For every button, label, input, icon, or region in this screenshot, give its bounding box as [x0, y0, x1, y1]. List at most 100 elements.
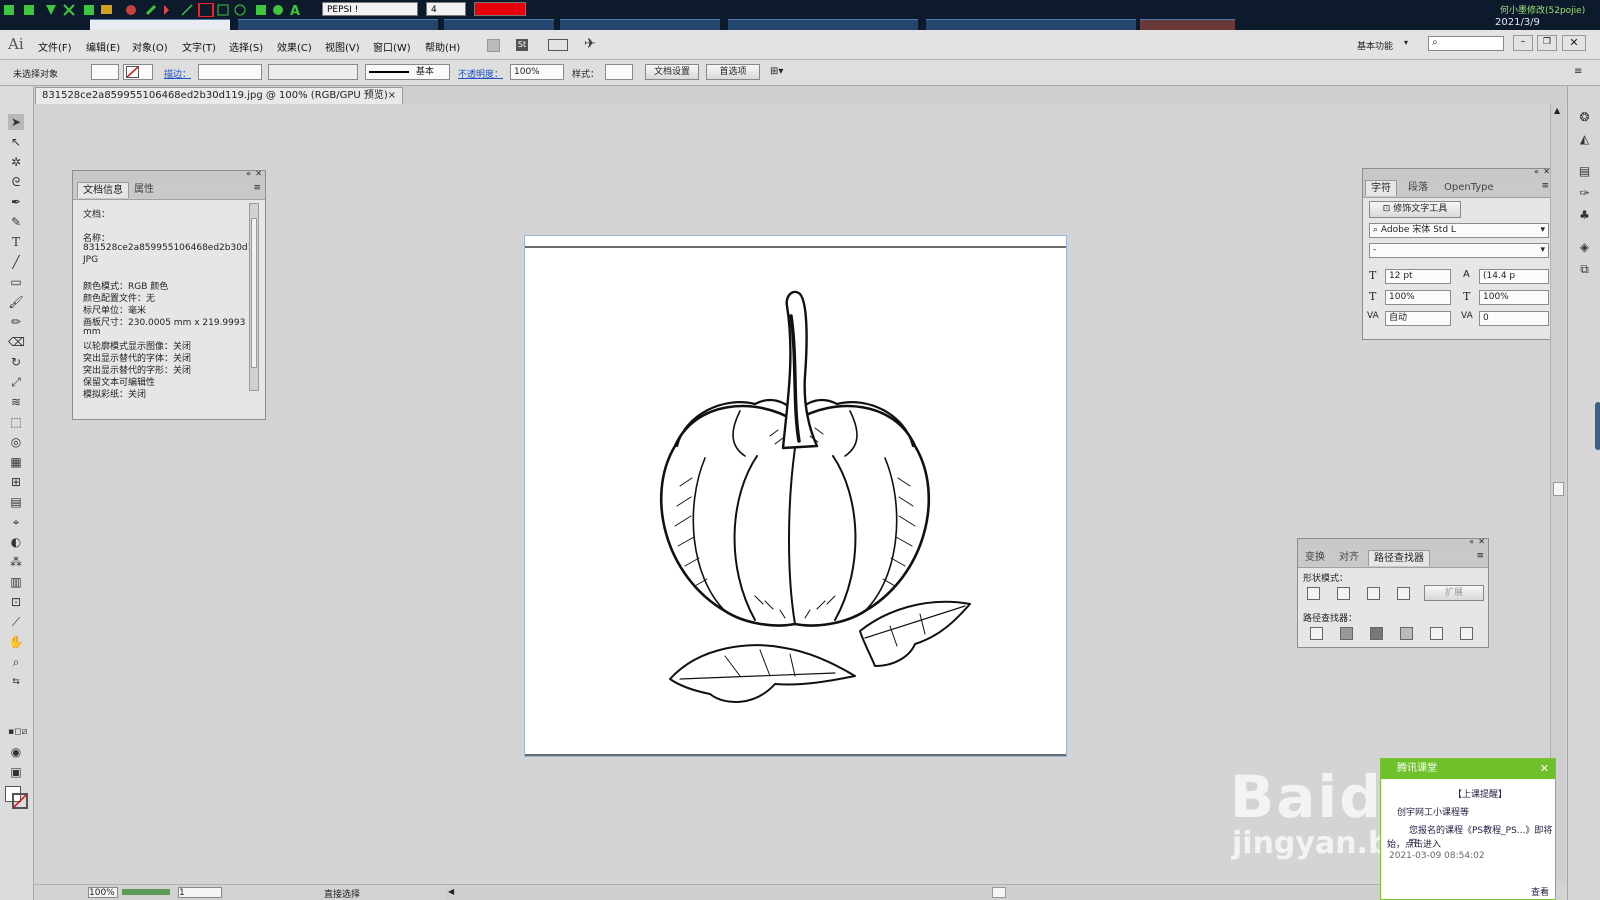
swap-colors-icon[interactable]: ⇆ [8, 674, 24, 690]
menu-object[interactable]: 对象(O) [132, 39, 168, 54]
eraser-tool-icon[interactable]: ⌫ [8, 334, 25, 350]
menu-edit[interactable]: 编辑(E) [86, 39, 120, 54]
variable-width-dropdown[interactable] [268, 64, 358, 80]
zoom-tool-icon[interactable]: ⌕ [8, 654, 24, 670]
arrange-documents-icon[interactable] [548, 39, 568, 51]
blend-tool-icon[interactable]: ◐ [8, 534, 24, 550]
minimize-button[interactable]: – [1513, 35, 1533, 51]
collapse-icon[interactable]: « [246, 169, 251, 178]
document-tab[interactable]: 831528ce2a859955106468ed2b30d119.jpg @ 1… [35, 87, 403, 104]
preferences-button[interactable]: 首选项 [706, 64, 760, 80]
horizontal-scroll-thumb[interactable] [992, 887, 1006, 898]
zoom-level[interactable]: 100% [88, 887, 118, 898]
font-size-input[interactable]: 12 pt [1385, 269, 1451, 284]
horizontal-scale-input[interactable]: 100% [1479, 290, 1549, 305]
notification-popup[interactable]: 腾讯课堂 ✕ 【上课提醒】 创宇网工小课程等 您报名的课程《PS教程_PS...… [1380, 758, 1556, 900]
swatches-icon[interactable]: ▤ [1577, 164, 1592, 179]
hand-tool-icon[interactable]: ✋ [8, 634, 24, 650]
merge-icon[interactable] [1370, 627, 1383, 640]
tab-attributes[interactable]: 属性 [129, 182, 159, 198]
collapse-icon[interactable]: « [1469, 537, 1474, 546]
menu-help[interactable]: 帮助(H) [425, 39, 460, 54]
color-guide-icon[interactable]: ❂ [1577, 110, 1592, 125]
font-combo[interactable]: PEPSI ! [322, 2, 418, 16]
column-graph-tool-icon[interactable]: ▥ [8, 574, 24, 590]
type-tool-icon[interactable]: T [8, 234, 24, 250]
panel-menu-icon[interactable]: ≡ [1541, 181, 1549, 191]
menu-effect[interactable]: 效果(C) [277, 39, 312, 54]
minus-front-icon[interactable] [1337, 587, 1350, 600]
close-window-button[interactable]: ✕ [1562, 35, 1586, 51]
document-setup-button[interactable]: 文档设置 [645, 64, 699, 80]
info-scroll-thumb[interactable] [251, 218, 257, 368]
free-transform-tool-icon[interactable]: ⬚ [8, 414, 24, 430]
divide-icon[interactable] [1310, 627, 1323, 640]
shape-builder-tool-icon[interactable]: ◎ [8, 434, 24, 450]
pumpkin-illustration[interactable] [525, 236, 1066, 756]
brushes-icon[interactable]: ✑ [1577, 186, 1592, 201]
artboards-icon[interactable]: ⧉ [1577, 262, 1592, 277]
tab-paragraph[interactable]: 段落 [1403, 180, 1433, 196]
mesh-tool-icon[interactable]: ⊞ [8, 474, 24, 490]
graphic-style-dropdown[interactable] [605, 64, 633, 80]
gradient-panel-icon[interactable]: ◭ [1577, 132, 1592, 147]
gpu-rocket-icon[interactable]: ✈ [584, 36, 596, 52]
outline-icon[interactable] [1430, 627, 1443, 640]
exclude-icon[interactable] [1397, 587, 1410, 600]
workspace-switcher[interactable]: 基本功能 [1357, 39, 1393, 52]
panel-menu-icon[interactable]: ≡ [1574, 66, 1582, 77]
menu-view[interactable]: 视图(V) [325, 39, 360, 54]
size-combo[interactable]: 4 [426, 2, 466, 16]
selection-tool-icon[interactable]: ➤ [8, 114, 24, 130]
unite-icon[interactable] [1307, 587, 1320, 600]
panel-header[interactable]: « ✕ [73, 169, 265, 181]
rectangle-tool-icon[interactable]: ▭ [8, 274, 24, 290]
workspace-chevron-icon[interactable]: ▾ [1404, 38, 1408, 47]
minus-back-icon[interactable] [1460, 627, 1473, 640]
close-tab-icon[interactable]: × [388, 88, 396, 104]
help-search-input[interactable]: ⌕ [1428, 36, 1504, 51]
lasso-tool-icon[interactable]: ᘓ [8, 174, 24, 190]
scale-tool-icon[interactable]: ⤢ [8, 374, 24, 390]
paintbrush-tool-icon[interactable]: 🖌 [8, 294, 24, 310]
tracking-input[interactable]: 0 [1479, 311, 1549, 326]
restore-button[interactable]: ❐ [1537, 35, 1557, 51]
fill-color-dropdown[interactable] [91, 64, 119, 80]
notification-view-link[interactable]: 查看 [1531, 885, 1549, 898]
tab-transform[interactable]: 变换 [1300, 550, 1330, 566]
vertical-scroll-thumb[interactable] [1553, 482, 1564, 496]
leading-input[interactable]: (14.4 p [1479, 269, 1549, 284]
touch-type-tool-button[interactable]: ⊡ 修饰文字工具 [1369, 201, 1461, 218]
magic-wand-tool-icon[interactable]: ✲ [8, 154, 24, 170]
draw-mode-icon[interactable]: ◉ [8, 744, 24, 760]
curvature-tool-icon[interactable]: ✎ [8, 214, 24, 230]
symbol-sprayer-tool-icon[interactable]: ⁂ [8, 554, 24, 570]
close-notification-icon[interactable]: ✕ [1540, 759, 1549, 779]
close-panel-icon[interactable]: ✕ [255, 169, 262, 178]
line-tool-icon[interactable]: ╱ [8, 254, 24, 270]
stock-icon[interactable]: St [516, 39, 528, 51]
artboard-tool-icon[interactable]: ⊡ [8, 594, 24, 610]
tab-character[interactable]: 字符 [1365, 180, 1397, 196]
symbols-icon[interactable]: ♣ [1577, 208, 1592, 223]
menu-select[interactable]: 选择(S) [229, 39, 263, 54]
info-scrollbar[interactable] [249, 203, 259, 391]
arrange-icon[interactable]: ⊞▾ [770, 66, 783, 77]
color-swatch[interactable] [474, 2, 526, 16]
direct-selection-tool-icon[interactable]: ↖ [8, 134, 24, 150]
dock-grip[interactable] [1595, 402, 1600, 450]
layers-icon[interactable]: ◈ [1577, 240, 1592, 255]
artboard[interactable] [524, 235, 1067, 757]
warp-tool-icon[interactable]: ≋ [8, 394, 24, 410]
pen-tool-icon[interactable]: ✒ [8, 194, 24, 210]
capture-tool-icons[interactable]: A [4, 3, 304, 17]
zoom-slider[interactable] [122, 889, 170, 895]
tab-align[interactable]: 对齐 [1334, 550, 1364, 566]
stroke-swatch[interactable] [12, 793, 28, 809]
crop-icon[interactable] [1400, 627, 1413, 640]
panel-menu-icon[interactable]: ≡ [1476, 551, 1484, 561]
screen-mode-icon[interactable]: ▣ [8, 764, 24, 780]
tab-document-info[interactable]: 文档信息 [77, 182, 129, 198]
pencil-tool-icon[interactable]: ✏ [8, 314, 24, 330]
scroll-left-icon[interactable]: ◀ [448, 887, 454, 896]
